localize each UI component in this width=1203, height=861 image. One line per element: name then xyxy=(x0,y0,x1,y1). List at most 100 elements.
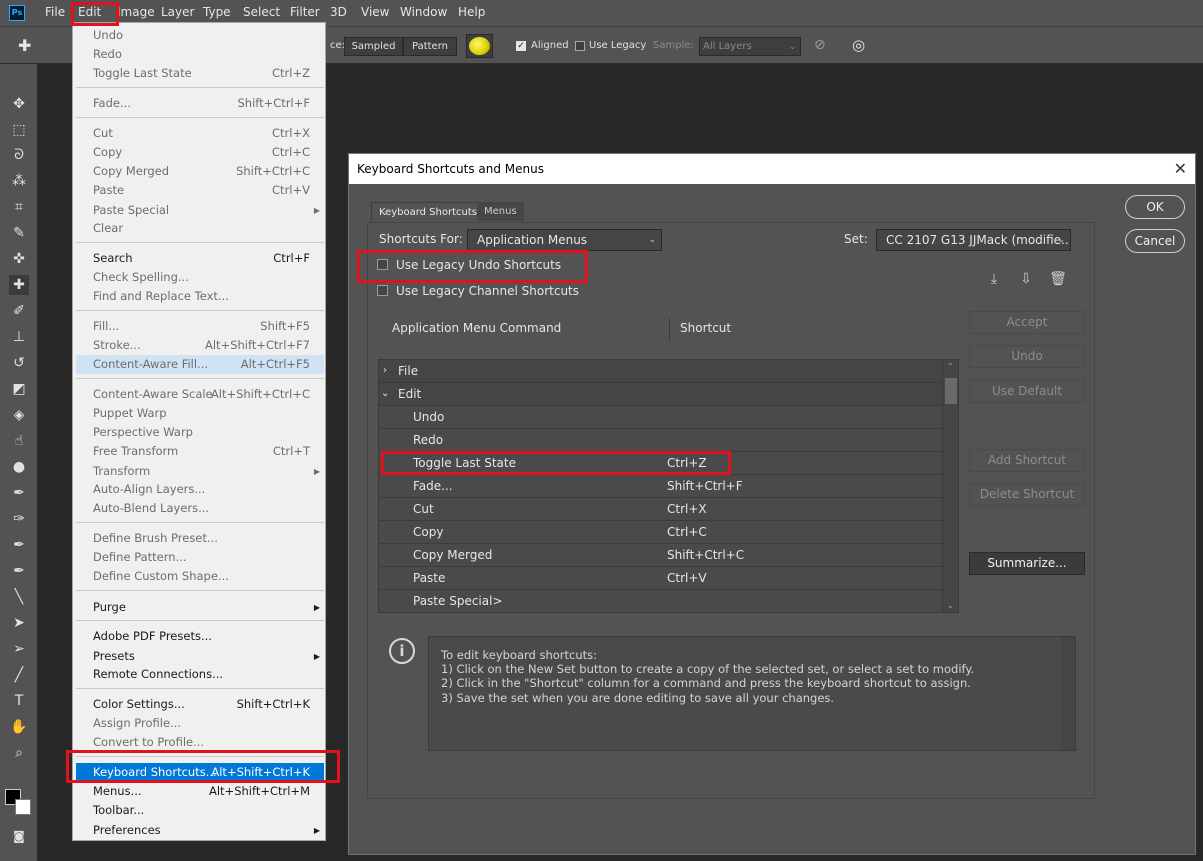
menu-item-purge[interactable]: Purge ▶ xyxy=(76,598,324,617)
use-legacy-checkbox[interactable] xyxy=(575,41,585,51)
table-row[interactable]: Undo xyxy=(379,406,943,429)
menu-item-find-replace[interactable]: Find and Replace Text... xyxy=(76,287,324,306)
delete-shortcut-button[interactable]: Delete Shortcut xyxy=(969,483,1085,506)
menu-3d[interactable]: 3D xyxy=(330,5,347,19)
menu-item-paste-special[interactable]: Paste Special ▶ xyxy=(76,201,324,220)
column-header-command[interactable]: Application Menu Command xyxy=(392,321,561,335)
freeform-pen-tool-icon[interactable]: ✑ xyxy=(9,509,29,529)
row-shortcut[interactable]: Ctrl+V xyxy=(667,567,707,589)
chevron-up-icon[interactable]: ⌃ xyxy=(947,362,954,371)
undo-button[interactable]: Undo xyxy=(969,345,1085,368)
menu-item-clear[interactable]: Clear xyxy=(76,219,324,238)
shortcuts-for-select[interactable]: Application Menus ⌄ xyxy=(467,229,662,251)
lasso-tool-icon[interactable]: ᘐ xyxy=(9,145,29,165)
menu-help[interactable]: Help xyxy=(458,5,485,19)
menu-item-define-brush-preset[interactable]: Define Brush Preset... xyxy=(76,529,324,548)
hand-tool-icon[interactable]: ✋ xyxy=(9,717,29,737)
menu-item-perspective-warp[interactable]: Perspective Warp xyxy=(76,423,324,442)
table-row[interactable]: Redo xyxy=(379,429,943,452)
menu-item-adobe-pdf-presets[interactable]: Adobe PDF Presets... xyxy=(76,627,324,646)
menu-item-toolbar[interactable]: Toolbar... xyxy=(76,801,324,820)
cancel-button[interactable]: Cancel xyxy=(1125,229,1185,253)
menu-item-puppet-warp[interactable]: Puppet Warp xyxy=(76,404,324,423)
menu-item-preferences[interactable]: Preferences ▶ xyxy=(76,821,324,840)
menu-window[interactable]: Window xyxy=(400,5,447,19)
direct-selection-tool-icon[interactable]: ➢ xyxy=(9,639,29,659)
quick-mask-icon[interactable]: ◙ xyxy=(9,826,29,846)
eraser-tool-icon[interactable]: ◩ xyxy=(9,379,29,399)
add-shortcut-button[interactable]: Add Shortcut xyxy=(969,449,1085,472)
menu-edit[interactable]: Edit xyxy=(78,5,101,19)
ok-button[interactable]: OK xyxy=(1125,195,1185,219)
row-shortcut[interactable]: Ctrl+C xyxy=(667,521,707,543)
info-scrollbar[interactable] xyxy=(1061,637,1075,750)
menu-item-auto-blend-layers[interactable]: Auto-Blend Layers... xyxy=(76,499,324,518)
table-row[interactable]: Paste Ctrl+V xyxy=(379,567,943,590)
background-color-swatch[interactable] xyxy=(15,799,31,815)
menu-item-toggle-last-state[interactable]: Toggle Last State Ctrl+Z xyxy=(76,64,324,83)
convert-point-tool-icon[interactable]: ✒ xyxy=(9,561,29,581)
type-tool-icon[interactable]: T xyxy=(9,691,29,711)
dodge-tool-icon[interactable]: ● xyxy=(9,457,29,477)
marquee-tool-icon[interactable]: ⬚ xyxy=(9,120,29,140)
menu-item-content-aware-fill[interactable]: Content-Aware Fill... Alt+Ctrl+F5 xyxy=(76,355,324,374)
menu-item-undo[interactable]: Undo xyxy=(76,26,324,45)
menu-item-remote-connections[interactable]: Remote Connections... xyxy=(76,665,324,684)
menu-item-fill[interactable]: Fill... Shift+F5 xyxy=(76,317,324,336)
menu-item-fade[interactable]: Fade... Shift+Ctrl+F xyxy=(76,94,324,113)
pen-tool-icon[interactable]: ✒ xyxy=(9,483,29,503)
menu-item-transform[interactable]: Transform ▶ xyxy=(76,462,324,481)
menu-item-copy[interactable]: Copy Ctrl+C xyxy=(76,143,324,162)
summarize-button[interactable]: Summarize... xyxy=(969,552,1085,575)
menu-type[interactable]: Type xyxy=(203,5,231,19)
legacy-undo-checkbox[interactable] xyxy=(377,259,388,270)
table-row[interactable]: Fade... Shift+Ctrl+F xyxy=(379,475,943,498)
zoom-tool-icon[interactable]: ⌕ xyxy=(9,743,29,763)
table-row[interactable]: Toggle Last State Ctrl+Z xyxy=(379,452,943,475)
tab-menus[interactable]: Menus xyxy=(477,202,524,221)
aligned-checkbox[interactable]: ✓ xyxy=(516,41,526,51)
row-shortcut[interactable]: Shift+Ctrl+F xyxy=(667,475,743,497)
tab-keyboard-shortcuts[interactable]: Keyboard Shortcuts xyxy=(371,202,485,221)
save-set-as-icon[interactable]: ⇩ xyxy=(1015,268,1037,290)
row-shortcut[interactable]: Shift+Ctrl+C xyxy=(667,544,744,566)
menu-item-color-settings[interactable]: Color Settings... Shift+Ctrl+K xyxy=(76,695,324,714)
ignore-adjustment-layers-icon[interactable]: ⊘ xyxy=(814,37,826,53)
menu-image[interactable]: Image xyxy=(117,5,155,19)
menu-select[interactable]: Select xyxy=(243,5,280,19)
menu-item-search[interactable]: Search Ctrl+F xyxy=(76,249,324,268)
menu-item-check-spelling[interactable]: Check Spelling... xyxy=(76,268,324,287)
set-select[interactable]: CC 2107 G13 JJMack (modifie... ⌄ xyxy=(876,229,1071,251)
menu-item-copy-merged[interactable]: Copy Merged Shift+Ctrl+C xyxy=(76,162,324,181)
menu-item-define-custom-shape[interactable]: Define Custom Shape... xyxy=(76,567,324,586)
row-shortcut[interactable]: Ctrl+Z xyxy=(667,452,707,474)
eyedropper-tool-icon[interactable]: ✎ xyxy=(9,223,29,243)
trash-icon[interactable]: 🗑 xyxy=(1047,268,1069,290)
line-tool-icon[interactable]: ╱ xyxy=(9,665,29,685)
chevron-down-icon[interactable]: ⌄ xyxy=(947,601,954,610)
pattern-picker[interactable] xyxy=(466,34,493,58)
history-brush-tool-icon[interactable]: ↺ xyxy=(9,353,29,373)
menu-item-menus[interactable]: Menus... Alt+Shift+Ctrl+M xyxy=(76,782,324,801)
menu-view[interactable]: View xyxy=(361,5,389,19)
menu-item-presets[interactable]: Presets ▶ xyxy=(76,647,324,666)
close-icon[interactable]: ✕ xyxy=(1174,159,1187,178)
menu-filter[interactable]: Filter xyxy=(290,5,320,19)
table-row[interactable]: ⌄ Edit xyxy=(379,383,943,406)
clone-stamp-tool-icon[interactable]: ⊥ xyxy=(9,327,29,347)
healing-brush-icon[interactable]: ✚ xyxy=(18,36,31,55)
accept-button[interactable]: Accept xyxy=(969,311,1085,334)
table-scrollbar[interactable]: ⌃ ⌄ xyxy=(942,360,958,612)
move-tool-icon[interactable]: ✥ xyxy=(9,94,29,114)
use-default-button[interactable]: Use Default xyxy=(969,380,1085,403)
table-row[interactable]: Cut Ctrl+X xyxy=(379,498,943,521)
paint-bucket-tool-icon[interactable]: ◈ xyxy=(9,405,29,425)
table-row[interactable]: Paste Special> xyxy=(379,590,943,612)
healing-brush-tool-icon[interactable]: ✚ xyxy=(9,275,29,295)
path-line-tool-icon[interactable]: ╲ xyxy=(9,587,29,607)
table-row[interactable]: › File xyxy=(379,360,943,383)
sample-select[interactable]: All Layers ⌄ xyxy=(699,37,801,56)
menu-file[interactable]: File xyxy=(45,5,65,19)
scrollbar-thumb[interactable] xyxy=(945,378,957,404)
menu-item-stroke[interactable]: Stroke... Alt+Shift+Ctrl+F7 xyxy=(76,336,324,355)
